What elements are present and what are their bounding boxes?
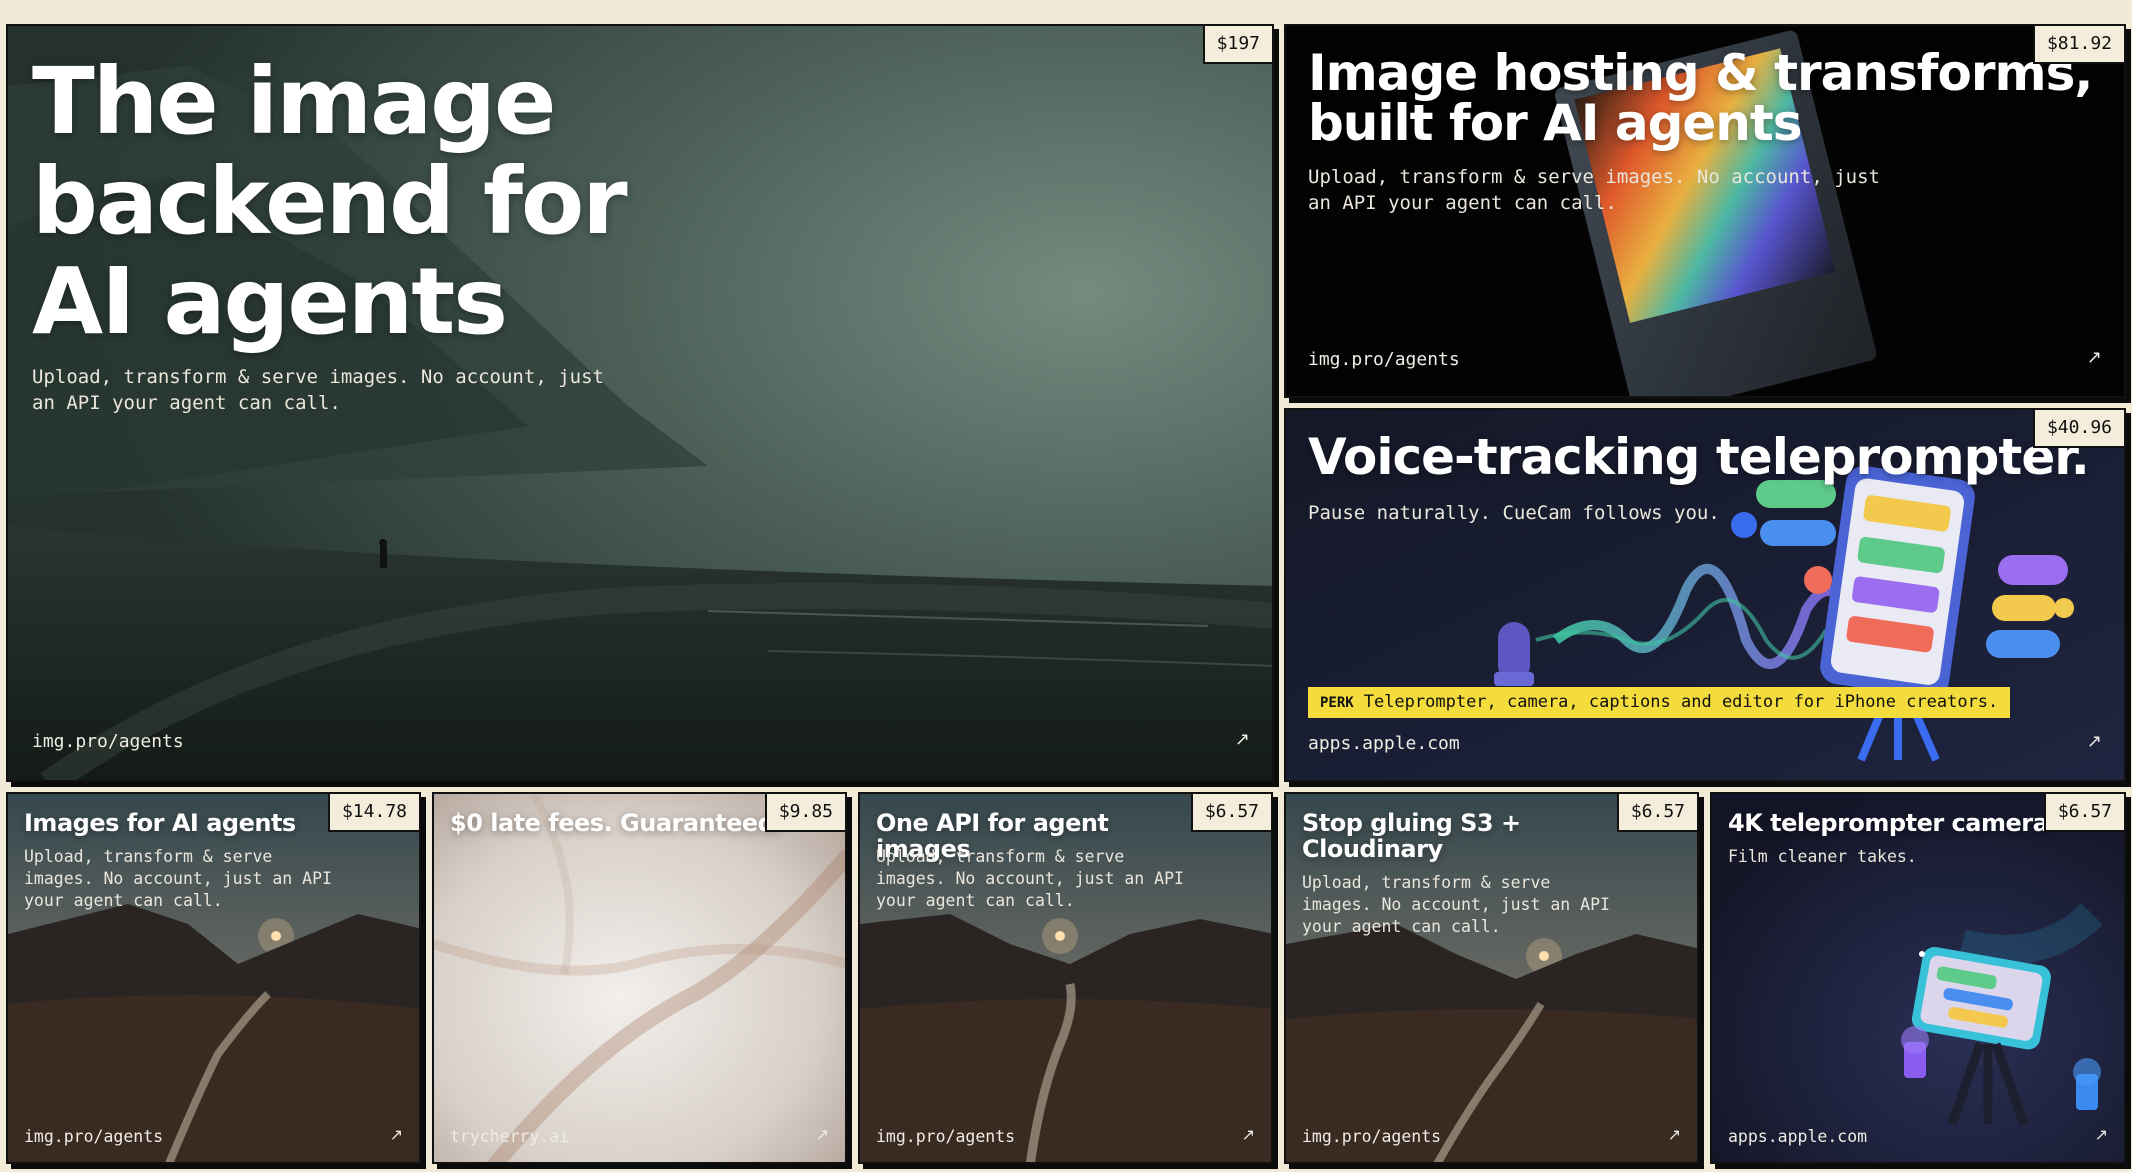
card-domain-link[interactable]: img.pro/agents (1308, 349, 1460, 370)
card-domain-link[interactable]: apps.apple.com (1728, 1127, 1867, 1146)
card-title: 4K teleprompter camera. (1728, 809, 2057, 837)
price-badge: $81.92 (2032, 26, 2124, 64)
external-link-arrow-icon[interactable]: ↗ (1668, 1125, 1681, 1144)
external-link-arrow-icon[interactable]: ↗ (1242, 1125, 1255, 1144)
external-link-arrow-icon[interactable]: ↗ (1235, 729, 1250, 750)
perk-tag: PERK (1320, 695, 1354, 711)
card-description: Upload, transform & serve images. No acc… (876, 847, 1184, 910)
card-description: Pause naturally. CueCam follows you. (1308, 502, 1720, 524)
card-description: Upload, transform & serve images. No acc… (1302, 873, 1610, 936)
ad-card-one-api[interactable]: $6.57 One API for agent images Upload, t… (858, 792, 1273, 1164)
ad-card-late-fees[interactable]: $9.85 $0 late fees. Guaranteed. trycherr… (432, 792, 847, 1164)
price-badge: $197 (1202, 26, 1272, 64)
card-domain-link[interactable]: img.pro/agents (24, 1127, 163, 1146)
perk-text: Teleprompter, camera, captions and edito… (1363, 692, 1999, 712)
card-title: Image hosting & transforms, built for AI… (1308, 44, 2093, 152)
card-description: Film cleaner takes. (1728, 847, 1917, 866)
card-domain-link[interactable]: img.pro/agents (32, 731, 184, 752)
card-title: Voice-tracking teleprompter. (1308, 428, 2090, 486)
ad-card-voice-teleprompter[interactable]: $40.96 Voice-tracking teleprompter. Paus… (1284, 408, 2126, 782)
external-link-arrow-icon[interactable]: ↗ (2087, 731, 2102, 752)
price-badge: $6.57 (2043, 794, 2124, 832)
price-badge: $9.85 (764, 794, 845, 832)
external-link-arrow-icon[interactable]: ↗ (816, 1125, 829, 1144)
ad-card-4k-teleprompter[interactable]: $6.57 4K teleprompter camera. Film clean… (1710, 792, 2126, 1164)
card-description: Upload, transform & serve images. No acc… (1308, 166, 1880, 214)
ad-card-image-hosting[interactable]: $81.92 Image hosting & transforms, built… (1284, 24, 2126, 398)
card-title: The image backend for AI agents (32, 48, 628, 355)
card-domain-link[interactable]: img.pro/agents (1302, 1127, 1441, 1146)
card-description: Upload, transform & serve images. No acc… (32, 366, 604, 414)
price-badge: $6.57 (1190, 794, 1271, 832)
ad-card-images-for-agents[interactable]: $14.78 Images for AI agents Upload, tran… (6, 792, 421, 1164)
external-link-arrow-icon[interactable]: ↗ (390, 1125, 403, 1144)
ad-card-stop-gluing[interactable]: $6.57 Stop gluing S3 + Cloudinary Upload… (1284, 792, 1699, 1164)
card-domain-link[interactable]: trycherry.ai (450, 1127, 569, 1146)
ad-card-image-backend[interactable]: $197 The image backend for AI agents Upl… (6, 24, 1274, 782)
card-title: $0 late fees. Guaranteed. (450, 809, 783, 837)
price-badge: $40.96 (2032, 410, 2124, 448)
card-description: Upload, transform & serve images. No acc… (24, 847, 332, 910)
external-link-arrow-icon[interactable]: ↗ (2095, 1125, 2108, 1144)
price-badge: $14.78 (327, 794, 419, 832)
card-domain-link[interactable]: img.pro/agents (876, 1127, 1015, 1146)
price-badge: $6.57 (1616, 794, 1697, 832)
perk-banner: PERK Teleprompter, camera, captions and e… (1308, 687, 2011, 718)
card-title: Stop gluing S3 + Cloudinary (1302, 809, 1521, 863)
marble-texture-image (434, 794, 845, 1162)
external-link-arrow-icon[interactable]: ↗ (2087, 347, 2102, 368)
card-title: Images for AI agents (24, 809, 296, 837)
card-domain-link[interactable]: apps.apple.com (1308, 733, 1460, 754)
